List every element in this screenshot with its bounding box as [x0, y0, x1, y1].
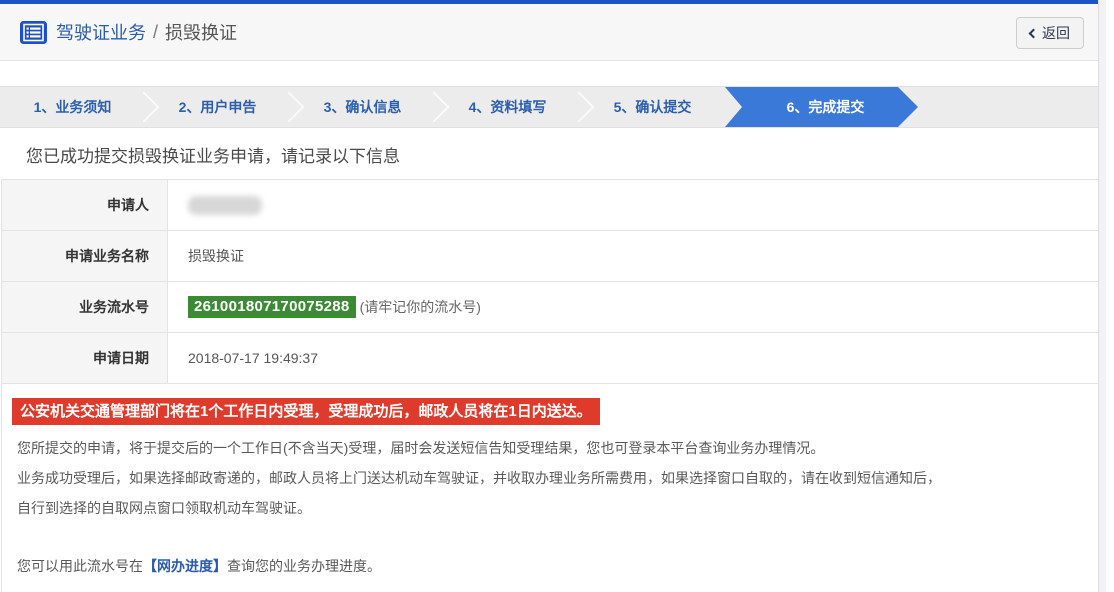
back-button[interactable]: 返回	[1016, 17, 1084, 49]
tab-step-4[interactable]: 4、资料填写	[435, 87, 580, 127]
tab-step-2[interactable]: 2、用户申告	[145, 87, 290, 127]
result-panel: 申请人 申请业务名称 损毁换证 业务流水号 261001807170075288…	[1, 179, 1104, 592]
row-value: 损毁换证	[168, 231, 1103, 281]
breadcrumb-current: 损毁换证	[165, 19, 237, 45]
notice-line-1: 您所提交的申请，将于提交后的一个工作日(不含当天)受理，届时会发送短信告知受理结…	[12, 433, 1091, 463]
scrollbar[interactable]	[1098, 0, 1106, 592]
progress-link[interactable]: 【网办进度】	[143, 558, 227, 574]
page-header: 驾驶证业务 / 损毁换证 返回	[0, 4, 1106, 61]
back-button-label: 返回	[1042, 23, 1070, 43]
tab-step-3[interactable]: 3、确认信息	[290, 87, 435, 127]
breadcrumb-category[interactable]: 驾驶证业务	[56, 19, 146, 45]
page: 驾驶证业务 / 损毁换证 返回 1、业务须知 2、用户申告 3、确认信息 4、资…	[0, 0, 1106, 592]
progress-hint-suffix: 查询您的业务办理进度。	[227, 558, 381, 574]
tab-step-6-active[interactable]: 6、完成提交	[725, 87, 918, 127]
application-window: 驾驶证业务 / 损毁换证 返回 1、业务须知 2、用户申告 3、确认信息 4、资…	[0, 0, 1106, 592]
serial-number-badge: 261001807170075288	[188, 296, 356, 318]
row-label: 申请业务名称	[2, 231, 168, 281]
tab-step-1[interactable]: 1、业务须知	[0, 87, 145, 127]
table-row-service-name: 申请业务名称 损毁换证	[2, 231, 1103, 282]
back-chevron-icon	[1029, 28, 1039, 38]
progress-hint-prefix: 您可以用此流水号在	[17, 558, 143, 574]
table-row-apply-date: 申请日期 2018-07-17 19:49:37	[2, 333, 1103, 384]
notice-section: 公安机关交通管理部门将在1个工作日内受理，受理成功后，邮政人员将在1日内送达。 …	[2, 384, 1103, 592]
tab-step-5[interactable]: 5、确认提交	[580, 87, 725, 127]
serial-number-note: (请牢记你的流水号)	[360, 297, 481, 317]
alert-banner: 公安机关交通管理部门将在1个工作日内受理，受理成功后，邮政人员将在1日内送达。	[12, 398, 600, 425]
redacted-applicant-name	[188, 196, 262, 215]
row-value	[168, 180, 1103, 230]
row-label: 业务流水号	[2, 282, 168, 332]
progress-hint-line: 您可以用此流水号在【网办进度】查询您的业务办理进度。	[12, 551, 1091, 581]
wizard-step-bar: 1、业务须知 2、用户申告 3、确认信息 4、资料填写 5、确认提交 6、完成提…	[0, 86, 1106, 128]
list-icon	[20, 21, 47, 44]
breadcrumb-separator: /	[153, 22, 158, 43]
table-row-applicant: 申请人	[2, 180, 1103, 231]
table-row-serial-number: 业务流水号 261001807170075288 (请牢记你的流水号)	[2, 282, 1103, 333]
notice-line-3: 自行到选择的自取网点窗口领取机动车驾驶证。	[12, 493, 1091, 523]
row-label: 申请日期	[2, 333, 168, 383]
row-value: 2018-07-17 19:49:37	[168, 333, 1103, 383]
row-label: 申请人	[2, 180, 168, 230]
notice-line-2: 业务成功受理后，如果选择邮政寄递的，邮政人员将上门送达机动车驾驶证，并收取办理业…	[12, 463, 1091, 493]
step-bar-filler	[918, 87, 1106, 127]
success-heading: 您已成功提交损毁换证业务申请，请记录以下信息	[26, 142, 1106, 167]
row-value: 261001807170075288 (请牢记你的流水号)	[168, 282, 1103, 332]
